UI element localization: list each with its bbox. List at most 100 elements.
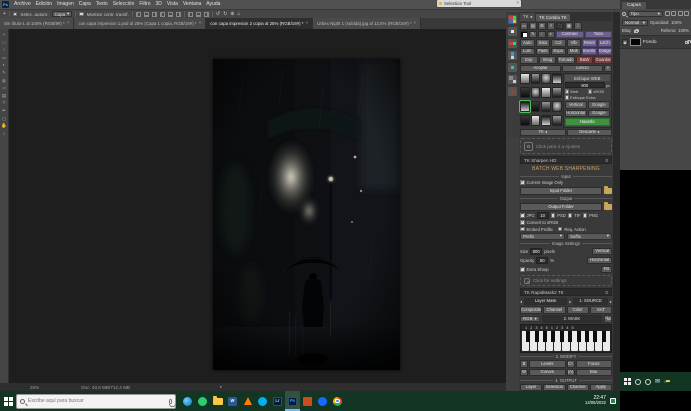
- info-icon[interactable]: i: [574, 22, 582, 30]
- folder-icon[interactable]: [604, 188, 612, 194]
- embed-profile-checkbox[interactable]: ✓: [520, 227, 525, 232]
- click-for-settings[interactable]: Click for settings: [520, 275, 612, 286]
- output-folder-button[interactable]: Output Folder: [520, 203, 602, 211]
- current-image-only-checkbox[interactable]: ✓: [520, 180, 525, 185]
- tif-checkbox[interactable]: [568, 213, 573, 218]
- microphone-icon[interactable]: [169, 399, 172, 404]
- tk-panel-icon[interactable]: [508, 63, 517, 72]
- align-middle-icon[interactable]: [168, 12, 173, 17]
- gradient-tool[interactable]: ▤: [2, 94, 6, 99]
- rgb-dropdown[interactable]: RGB▾: [520, 316, 540, 323]
- close-icon[interactable]: ×: [414, 21, 417, 26]
- web-horizontal-button[interactable]: Horizontal: [565, 110, 587, 118]
- open-icon[interactable]: ▤: [529, 22, 537, 30]
- visibility-eye-icon[interactable]: ◉: [622, 39, 628, 45]
- document-tab-4[interactable]: Urbex Night 1 (subida).jpg al 12,5% (RGB…: [313, 18, 421, 29]
- mail-icon[interactable]: ✉: [655, 379, 660, 385]
- filter-adjustment-icon[interactable]: [671, 11, 676, 16]
- notification-center-icon[interactable]: [610, 398, 616, 404]
- tk-acoplar-button[interactable]: Acoplar: [520, 65, 561, 73]
- menu-vista[interactable]: Vista: [167, 2, 178, 7]
- tk-sharpen-panel-header[interactable]: TK Sharpen HD ≡: [520, 156, 612, 164]
- opacity-field[interactable]: 50: [536, 257, 548, 264]
- canvas-area[interactable]: [9, 29, 506, 383]
- tk-descarte-button[interactable]: Descarte ◂: [567, 129, 613, 137]
- auto-select-checkbox[interactable]: ✓: [13, 12, 18, 17]
- menu-3d[interactable]: 3D: [156, 2, 162, 7]
- output-layer-button[interactable]: Layer: [520, 384, 542, 392]
- zone-key[interactable]: [554, 331, 561, 351]
- enfoque-extra-checkbox[interactable]: [565, 95, 570, 100]
- align-top-icon[interactable]: [160, 12, 165, 17]
- menu-filtro[interactable]: Filtro: [139, 2, 150, 7]
- zone-key[interactable]: [587, 331, 594, 351]
- menu-ventana[interactable]: Ventana: [183, 2, 201, 7]
- tk-rapidmask-panel-header[interactable]: TK RapidMask2 TK ≡: [520, 288, 612, 296]
- status-options-arrow-icon[interactable]: ▸: [220, 384, 222, 390]
- tk-misc-icon[interactable]: ≡: [604, 65, 612, 73]
- close-icon[interactable]: ×: [306, 21, 309, 26]
- input-folder-button[interactable]: Input Folder: [520, 187, 602, 195]
- png-checkbox[interactable]: [583, 213, 588, 218]
- panel-menu-icon[interactable]: ≡: [605, 158, 608, 163]
- tk-tab-small[interactable]: TK ◂: [520, 13, 535, 21]
- web-google2-button[interactable]: Google: [588, 110, 610, 118]
- rotate-3d-icon[interactable]: ↺: [216, 12, 220, 17]
- horizontal-button[interactable]: Horizontal: [587, 257, 612, 265]
- show-transform-checkbox[interactable]: [79, 12, 84, 17]
- size-field[interactable]: 800: [530, 248, 542, 255]
- new-doc-icon[interactable]: ▭: [520, 22, 528, 30]
- tk-mult-button[interactable]: Mult: [567, 48, 582, 56]
- web-hacerlo-button[interactable]: Hacerlo: [565, 118, 610, 126]
- panel-menu-icon[interactable]: ≡: [605, 290, 608, 295]
- task-view-icon[interactable]: [645, 379, 651, 385]
- foreground-background-swatch[interactable]: [520, 31, 528, 39]
- align-right-icon[interactable]: [152, 12, 157, 17]
- mask-thumbnail[interactable]: [552, 101, 562, 112]
- menu-seleccion[interactable]: Selección: [113, 2, 135, 7]
- align-bottom-icon[interactable]: [176, 12, 181, 17]
- taskbar-search[interactable]: [16, 394, 176, 409]
- mask-thumbnail[interactable]: [541, 87, 551, 98]
- next-icon[interactable]: ▸: [569, 299, 571, 304]
- ajustes-shortcut[interactable]: Click para ir a Ajustes: [520, 138, 612, 154]
- layer-thumbnail[interactable]: [630, 38, 641, 46]
- pen-tool[interactable]: ✒: [2, 109, 6, 114]
- mask-thumbnail[interactable]: [552, 73, 562, 84]
- file-explorer-active[interactable]: [664, 380, 668, 383]
- document-tab-1[interactable]: Sin título-1 al 100% (RGB/8#) * ×: [0, 18, 74, 29]
- grid-icon[interactable]: ▦: [565, 22, 573, 30]
- start-button[interactable]: [624, 378, 631, 385]
- opacity-value[interactable]: 100%: [671, 20, 682, 25]
- mask-thumbnail[interactable]: [541, 101, 551, 112]
- mask-thumbnail[interactable]: [531, 115, 541, 126]
- tk-lum-button[interactable]: Lum: [520, 48, 535, 56]
- taskbar-file-explorer[interactable]: [210, 391, 225, 411]
- modify-a-button[interactable]: (A): [567, 369, 575, 377]
- source-sat-button[interactable]: SAT: [590, 306, 612, 314]
- taskbar-adobe-orange-app[interactable]: [300, 391, 315, 411]
- zone-key[interactable]: [603, 331, 610, 351]
- tk-bw-button[interactable]: B&W: [576, 56, 594, 64]
- drag-3d-icon[interactable]: ⊕: [230, 12, 234, 17]
- fb-button[interactable]: FB: [601, 266, 612, 274]
- psd-checkbox[interactable]: [551, 213, 556, 218]
- hand-tool[interactable]: ✋: [1, 124, 7, 129]
- document-tab-3-active[interactable]: con capa impresion 2 copia al 25% (RGB/1…: [206, 18, 313, 29]
- tk-guardar-button[interactable]: Guardar: [594, 56, 612, 64]
- clone-tool[interactable]: ◍: [2, 79, 6, 84]
- mask-thumbnail[interactable]: [541, 73, 551, 84]
- convert-srgb-checkbox[interactable]: ✓: [520, 220, 525, 225]
- filter-type-icon[interactable]: [678, 11, 683, 16]
- start-button[interactable]: [0, 391, 16, 411]
- zone-key[interactable]: [571, 331, 578, 351]
- filter-shape-icon[interactable]: [684, 11, 689, 16]
- zoom-level[interactable]: 25%: [30, 385, 39, 390]
- tk-lsch-button[interactable]: LsCh: [598, 39, 613, 47]
- mask-thumbnail[interactable]: [531, 87, 541, 98]
- taskbar-clock[interactable]: 22:47 14/05/2022: [585, 396, 606, 407]
- modify-c-button[interactable]: C+: [567, 360, 575, 368]
- dodge-icon[interactable]: ◐: [547, 31, 555, 39]
- tk-tornado-button[interactable]: Tornado: [557, 56, 575, 64]
- tk-expo-button[interactable]: Expo: [551, 48, 566, 56]
